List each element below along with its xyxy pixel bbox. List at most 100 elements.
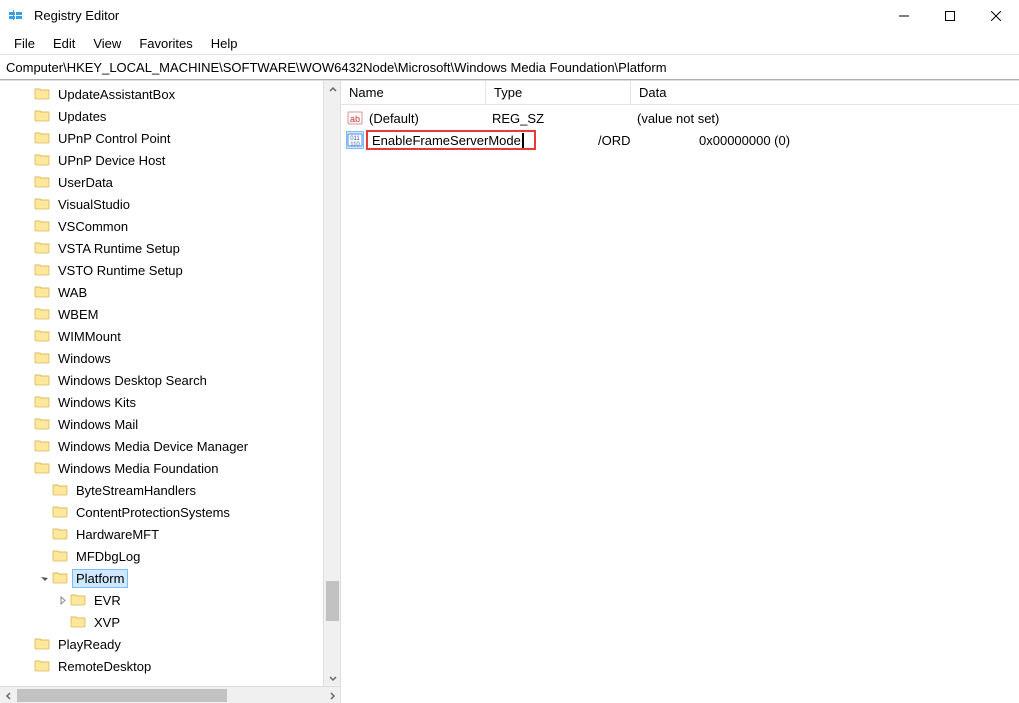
- window-title: Registry Editor: [32, 8, 119, 23]
- value-name-edit-input[interactable]: EnableFrameServerMode: [366, 130, 536, 150]
- expander-none: [20, 396, 32, 408]
- scroll-left-button[interactable]: [0, 687, 17, 703]
- tree-item[interactable]: Windows: [0, 347, 340, 369]
- expander-none: [20, 418, 32, 430]
- tree-horizontal-scrollbar[interactable]: [0, 686, 340, 703]
- tree-item[interactable]: RemoteDesktop: [0, 655, 340, 677]
- tree-item[interactable]: UPnP Control Point: [0, 127, 340, 149]
- tree-item[interactable]: Windows Mail: [0, 413, 340, 435]
- hscroll-track[interactable]: [17, 687, 323, 703]
- column-name[interactable]: Name: [341, 81, 486, 104]
- tree-item[interactable]: Platform: [0, 567, 340, 589]
- tree-item[interactable]: PlayReady: [0, 633, 340, 655]
- expander-none: [20, 638, 32, 650]
- tree-item[interactable]: VSTO Runtime Setup: [0, 259, 340, 281]
- folder-icon: [34, 636, 54, 653]
- tree-item[interactable]: Windows Desktop Search: [0, 369, 340, 391]
- maximize-button[interactable]: [927, 0, 973, 32]
- column-type[interactable]: Type: [486, 81, 631, 104]
- tree-item[interactable]: EVR: [0, 589, 340, 611]
- minimize-button[interactable]: [881, 0, 927, 32]
- tree-item[interactable]: UPnP Device Host: [0, 149, 340, 171]
- menu-view[interactable]: View: [85, 34, 129, 53]
- folder-icon: [34, 416, 54, 433]
- tree-item[interactable]: UserData: [0, 171, 340, 193]
- tree-item[interactable]: UpdateAssistantBox: [0, 83, 340, 105]
- value-row[interactable]: 011110EnableFrameServerMode/ORD0x0000000…: [341, 129, 1019, 151]
- text-caret: [522, 133, 524, 148]
- menu-favorites[interactable]: Favorites: [131, 34, 200, 53]
- value-row[interactable]: ab(Default)REG_SZ(value not set): [341, 107, 1019, 129]
- tree-item-label: Platform: [72, 569, 128, 588]
- value-name: (Default): [369, 111, 419, 126]
- folder-icon: [34, 394, 54, 411]
- value-type: /ORD: [598, 133, 631, 148]
- svg-text:110: 110: [350, 142, 360, 148]
- tree-item-label: UserData: [54, 173, 117, 192]
- close-button[interactable]: [973, 0, 1019, 32]
- menu-file[interactable]: File: [6, 34, 43, 53]
- scroll-up-button[interactable]: [324, 81, 340, 98]
- tree-item-label: Windows Media Device Manager: [54, 437, 252, 456]
- tree-item-label: WAB: [54, 283, 91, 302]
- tree-item[interactable]: VSCommon: [0, 215, 340, 237]
- expander-open-icon[interactable]: [38, 572, 50, 584]
- folder-icon: [34, 86, 54, 103]
- tree-item[interactable]: ByteStreamHandlers: [0, 479, 340, 501]
- tree-item-label: PlayReady: [54, 635, 125, 654]
- expander-none: [20, 660, 32, 672]
- column-data[interactable]: Data: [631, 81, 1019, 104]
- menubar: File Edit View Favorites Help: [0, 32, 1019, 54]
- binary-value-icon: 011110: [347, 132, 363, 148]
- value-type: REG_SZ: [492, 111, 544, 126]
- address-bar[interactable]: Computer\HKEY_LOCAL_MACHINE\SOFTWARE\WOW…: [0, 54, 1019, 80]
- folder-icon: [34, 328, 54, 345]
- tree-item[interactable]: WIMMount: [0, 325, 340, 347]
- folder-icon: [52, 526, 72, 543]
- tree-vertical-scrollbar[interactable]: [323, 81, 340, 686]
- tree-item-label: EVR: [90, 591, 125, 610]
- folder-icon: [70, 614, 90, 631]
- values-header: Name Type Data: [341, 81, 1019, 105]
- tree-item-label: UpdateAssistantBox: [54, 85, 179, 104]
- tree-item-label: ContentProtectionSystems: [72, 503, 234, 522]
- tree-item[interactable]: Updates: [0, 105, 340, 127]
- tree-item-label: Windows Desktop Search: [54, 371, 211, 390]
- tree-item-label: Windows: [54, 349, 115, 368]
- tree-item[interactable]: XVP: [0, 611, 340, 633]
- expander-none: [20, 132, 32, 144]
- tree-item[interactable]: WBEM: [0, 303, 340, 325]
- tree-scroll: UpdateAssistantBoxUpdates UPnP Control Po…: [0, 81, 340, 703]
- tree-item[interactable]: VisualStudio: [0, 193, 340, 215]
- expander-none: [20, 110, 32, 122]
- expander-none: [20, 462, 32, 474]
- tree-item[interactable]: HardwareMFT: [0, 523, 340, 545]
- tree-item-label: VSTO Runtime Setup: [54, 261, 187, 280]
- app-icon: [0, 0, 32, 32]
- tree-item[interactable]: Windows Media Foundation: [0, 457, 340, 479]
- tree-item-label: WBEM: [54, 305, 102, 324]
- tree-item-label: UPnP Control Point: [54, 129, 175, 148]
- tree-item-label: WIMMount: [54, 327, 125, 346]
- tree-item[interactable]: WAB: [0, 281, 340, 303]
- tree-item[interactable]: ContentProtectionSystems: [0, 501, 340, 523]
- folder-icon: [34, 218, 54, 235]
- folder-icon: [34, 262, 54, 279]
- scroll-right-button[interactable]: [323, 687, 340, 703]
- expander-none: [20, 220, 32, 232]
- hscroll-thumb[interactable]: [17, 689, 227, 702]
- tree-item[interactable]: Windows Kits: [0, 391, 340, 413]
- menu-help[interactable]: Help: [203, 34, 246, 53]
- tree-item[interactable]: Windows Media Device Manager: [0, 435, 340, 457]
- folder-icon: [52, 482, 72, 499]
- scrollbar-thumb[interactable]: [326, 581, 339, 621]
- folder-icon: [34, 108, 54, 125]
- tree-item-label: VSCommon: [54, 217, 132, 236]
- expander-closed-icon[interactable]: [56, 594, 68, 606]
- tree-item[interactable]: VSTA Runtime Setup: [0, 237, 340, 259]
- expander-none: [56, 616, 68, 628]
- menu-edit[interactable]: Edit: [45, 34, 83, 53]
- tree-item[interactable]: MFDbgLog: [0, 545, 340, 567]
- scroll-down-button[interactable]: [324, 669, 340, 686]
- folder-icon: [34, 372, 54, 389]
